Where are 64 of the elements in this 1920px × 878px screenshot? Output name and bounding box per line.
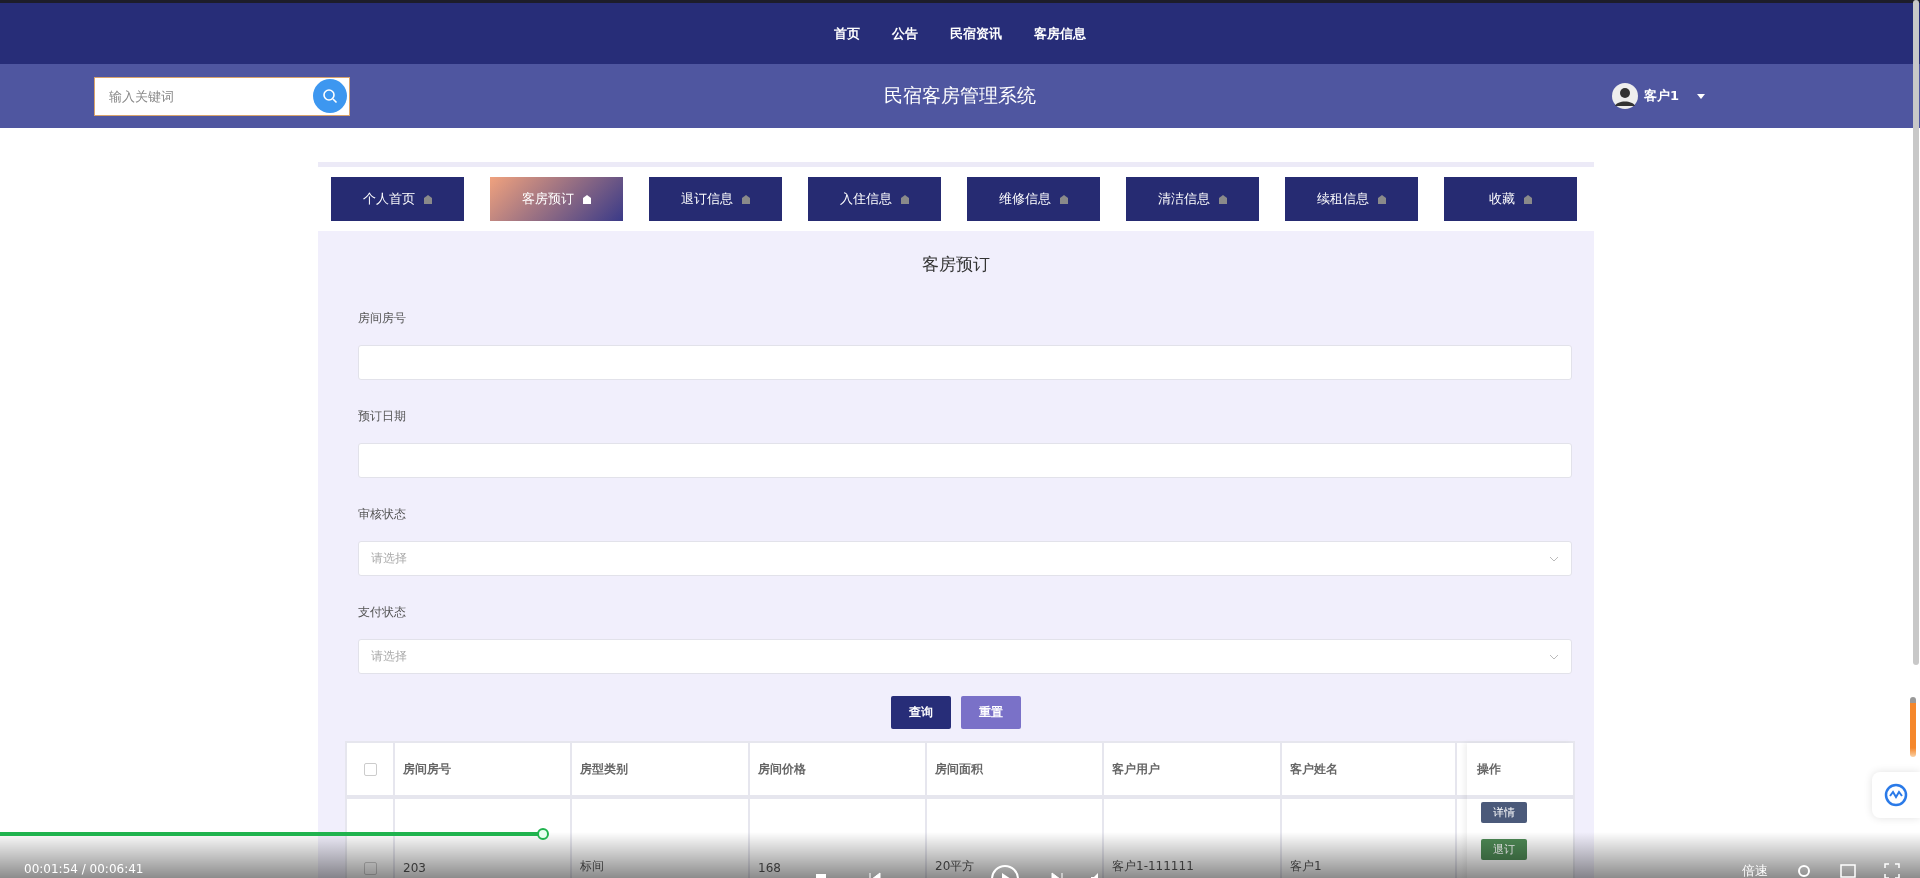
tab[interactable]: 入住信息 — [808, 177, 941, 221]
site-title: 民宿客房管理系统 — [884, 83, 1036, 108]
field-label: 支付状态 — [358, 604, 406, 621]
tab[interactable]: 维修信息 — [967, 177, 1100, 221]
input-field[interactable] — [358, 443, 1572, 478]
column-header: 房间房号 — [403, 760, 451, 778]
tab[interactable]: 续租信息 — [1285, 177, 1418, 221]
table-cell: 168 — [758, 861, 781, 875]
nav-link[interactable]: 首页 — [834, 24, 860, 43]
home-icon — [740, 194, 751, 204]
chevron-down-icon — [1549, 653, 1559, 660]
scrollbar-thumb[interactable] — [1913, 0, 1919, 665]
checkbox[interactable] — [363, 862, 377, 875]
window-icon[interactable] — [1840, 864, 1856, 878]
home-icon — [1058, 194, 1069, 204]
column-header: 客户姓名 — [1290, 760, 1338, 778]
field-label: 房间房号 — [358, 310, 406, 327]
home-icon — [1376, 194, 1387, 204]
chevron-down-icon — [1549, 555, 1559, 562]
home-icon — [581, 194, 592, 204]
nav-link[interactable]: 民宿资讯 — [950, 24, 1002, 43]
tab[interactable]: 清洁信息 — [1126, 177, 1259, 221]
column-header: 操作 — [1477, 760, 1501, 778]
caret-icon[interactable] — [1697, 93, 1705, 99]
tab[interactable]: 个人首页 — [331, 177, 464, 221]
home-icon — [1522, 194, 1533, 204]
column-header: 房型类别 — [580, 760, 628, 778]
scroll-progress-drawing — [1910, 697, 1916, 757]
form-button[interactable]: 重置 — [961, 696, 1021, 729]
placeholder-text: 请选择 — [371, 648, 407, 665]
home-icon — [1217, 194, 1228, 204]
input-field[interactable] — [358, 345, 1572, 380]
home-icon — [899, 194, 910, 204]
settings-icon[interactable] — [1796, 863, 1812, 878]
placeholder-text: 请选择 — [371, 550, 407, 567]
action-button[interactable]: 详情 — [1481, 802, 1527, 823]
nav-link[interactable]: 公告 — [892, 24, 918, 43]
home-icon — [422, 194, 433, 204]
table-cell: 20平方 — [935, 858, 975, 875]
table-cell: 标间 — [580, 858, 604, 875]
field-label: 预订日期 — [358, 408, 406, 425]
table-cell: 客户1 — [1290, 858, 1322, 875]
form-button[interactable]: 查询 — [891, 696, 951, 729]
tab[interactable]: 收藏 — [1444, 177, 1577, 221]
action-button[interactable]: 退订 — [1481, 839, 1527, 860]
avatar-icon[interactable] — [1611, 83, 1638, 109]
sync-icon — [1884, 783, 1908, 807]
tab[interactable]: 客房预订 — [490, 177, 623, 221]
search-field[interactable]: 输入关键词 — [94, 76, 350, 116]
column-header: 客户用户 — [1112, 760, 1160, 778]
column-header: 房间价格 — [758, 760, 806, 778]
nav-link[interactable]: 客房信息 — [1034, 24, 1086, 43]
user-name[interactable]: 客户1 — [1643, 87, 1679, 105]
column-header: 房间面积 — [935, 760, 983, 778]
floating-button[interactable] — [1872, 772, 1920, 818]
checkbox[interactable] — [363, 762, 377, 776]
table-cell: 客户1-111111 — [1112, 858, 1194, 875]
fullscreen-icon[interactable] — [1884, 863, 1900, 878]
form-title: 客房预订 — [922, 253, 990, 276]
tab[interactable]: 退订信息 — [649, 177, 782, 221]
video-time: 00:01:54 / 00:06:41 — [24, 862, 144, 876]
table-cell: 203 — [403, 861, 426, 875]
search-icon — [322, 87, 338, 104]
field-label: 审核状态 — [358, 506, 406, 523]
